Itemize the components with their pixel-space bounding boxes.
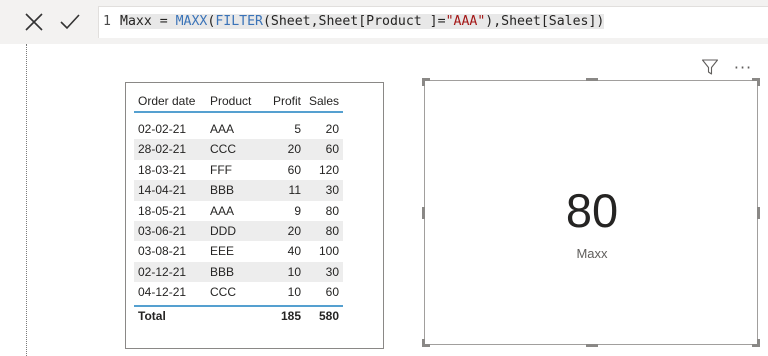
maxx-args: ),Sheet[Sales]) [485, 14, 605, 29]
table: Order date Product Profit Sales 02-02-21… [134, 89, 343, 325]
total-profit: 185 [280, 308, 301, 323]
resize-handle-right[interactable] [757, 207, 760, 219]
table-row: 02-12-21 BBB 10 30 [134, 261, 343, 283]
cell-profit: 10 [287, 264, 301, 279]
table-row: 18-03-21 FFF 60 120 [134, 160, 343, 180]
cell-sales: 80 [325, 203, 339, 218]
cell-order-date: 18-05-21 [138, 203, 187, 218]
total-label: Total [138, 308, 166, 323]
line-number: 1 [103, 14, 111, 29]
cell-profit: 5 [294, 122, 301, 136]
cell-order-date: 02-02-21 [138, 122, 187, 136]
card-visual[interactable]: 80 Maxx [422, 78, 760, 347]
cell-product: AAA [210, 122, 235, 136]
table-row: 03-08-21 EEE 40 100 [134, 241, 343, 261]
card-label: Maxx [576, 246, 608, 261]
cell-order-date: 28-02-21 [138, 142, 187, 157]
resize-handle-left[interactable] [422, 207, 425, 219]
cell-profit: 60 [287, 162, 301, 177]
total-sales: 580 [318, 308, 339, 323]
table-visual[interactable]: Order date Product Profit Sales 02-02-21… [125, 82, 384, 349]
filter-function: FILTER [215, 14, 263, 29]
string-literal: "AAA" [445, 14, 486, 29]
cell-product: EEE [210, 244, 235, 259]
resize-handle-bottom-left[interactable] [422, 339, 430, 347]
resize-handle-bottom[interactable] [586, 344, 598, 347]
cell-order-date: 02-12-21 [138, 264, 187, 279]
table-total-row: Total 185 580 [134, 304, 343, 325]
table-header: Order date Product Profit Sales [134, 89, 343, 113]
cell-product: AAA [210, 203, 235, 218]
table-row: 28-02-21 CCC 20 60 [134, 139, 343, 160]
cell-sales: 80 [325, 223, 339, 238]
table-row: 03-06-21 DDD 20 80 [134, 220, 343, 242]
close-icon[interactable] [19, 8, 49, 36]
dax-expression[interactable]: Maxx = MAXX(FILTER(Sheet,Sheet[Product ]… [120, 7, 605, 37]
cell-sales: 60 [325, 142, 339, 157]
cell-profit: 11 [288, 183, 301, 198]
cell-product: DDD [210, 223, 236, 238]
cell-order-date: 04-12-21 [138, 285, 187, 300]
cell-product: BBB [210, 183, 235, 198]
measure-name: Maxx [120, 14, 152, 29]
resize-handle-bottom-right[interactable] [752, 339, 760, 347]
filter-args: (Sheet,Sheet[Product ]= [262, 14, 446, 29]
cell-sales: 30 [325, 264, 339, 279]
resize-handle-top-left[interactable] [422, 78, 430, 86]
card-value: 80 [565, 184, 619, 237]
equals-token: = [151, 14, 176, 29]
column-header-sales[interactable]: Sales [309, 89, 339, 113]
cell-product: CCC [210, 142, 236, 157]
resize-handle-top[interactable] [586, 78, 598, 81]
column-header-order-date[interactable]: Order date [138, 89, 195, 113]
column-header-product[interactable]: Product [210, 89, 251, 113]
cell-profit: 20 [287, 223, 301, 238]
table-row: 02-02-21 AAA 5 20 [134, 119, 343, 139]
cell-order-date: 03-06-21 [138, 223, 187, 238]
cell-sales: 100 [318, 244, 339, 259]
cell-sales: 30 [325, 183, 339, 198]
cell-order-date: 03-08-21 [138, 244, 187, 259]
cell-product: BBB [210, 264, 235, 279]
formula-editor[interactable]: 1 Maxx = MAXX(FILTER(Sheet,Sheet[Product… [98, 6, 768, 38]
table-row: 18-05-21 AAA 9 80 [134, 201, 343, 221]
cell-sales: 120 [318, 162, 339, 177]
column-header-profit[interactable]: Profit [273, 89, 301, 113]
maxx-function: MAXX [175, 14, 208, 29]
filter-icon[interactable] [700, 57, 720, 77]
resize-handle-top-right[interactable] [752, 78, 760, 86]
table-row: 04-12-21 CCC 10 60 [134, 282, 343, 302]
cell-profit: 10 [287, 285, 301, 300]
formula-bar: 1 Maxx = MAXX(FILTER(Sheet,Sheet[Product… [0, 0, 768, 44]
cell-profit: 20 [287, 142, 301, 157]
more-options-icon[interactable]: ··· [732, 57, 754, 77]
cell-product: CCC [210, 285, 236, 300]
page-boundary [26, 44, 27, 356]
cell-sales: 60 [325, 285, 339, 300]
table-row: 14-04-21 BBB 11 30 [134, 180, 343, 201]
cell-profit: 9 [294, 203, 301, 218]
cell-order-date: 18-03-21 [138, 162, 187, 177]
checkmark-icon[interactable] [55, 8, 85, 36]
cell-order-date: 14-04-21 [138, 183, 187, 198]
cell-profit: 40 [287, 244, 301, 259]
cell-product: FFF [210, 162, 232, 177]
cell-sales: 20 [325, 122, 339, 136]
